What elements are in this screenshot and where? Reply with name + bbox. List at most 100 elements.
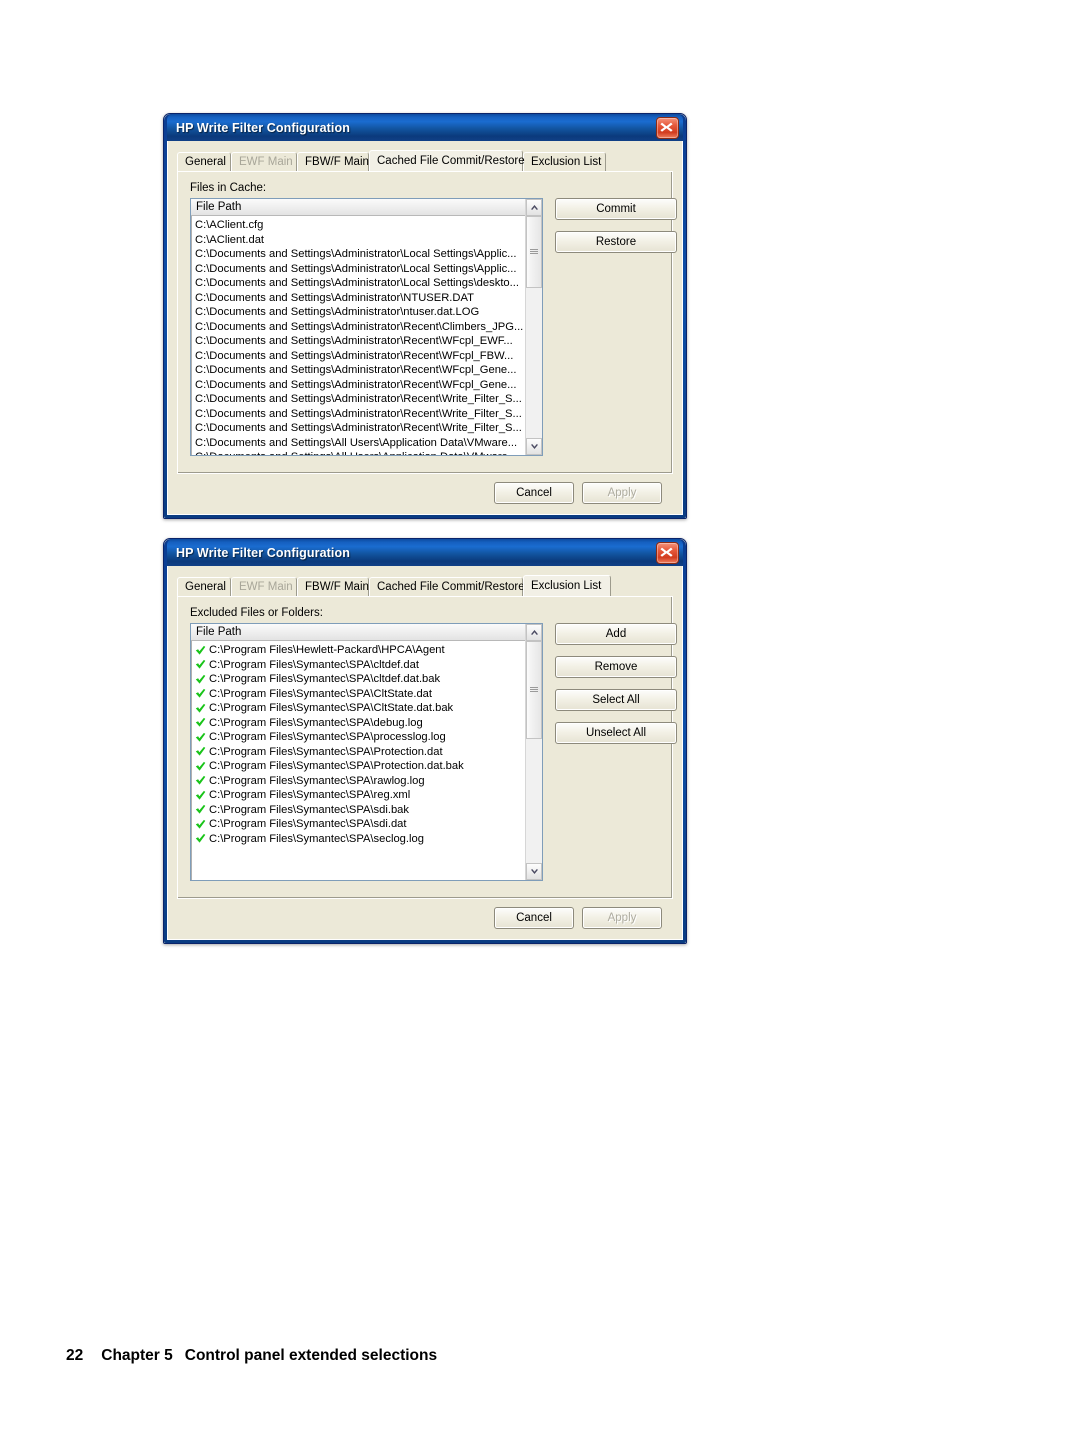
button-label: Apply [607, 487, 637, 499]
vertical-scrollbar[interactable] [525, 199, 542, 455]
column-header-file-path[interactable]: File Path [191, 199, 542, 216]
list-item-label: C:\Program Files\Symantec\SPA\processlog… [209, 731, 446, 743]
apply-button[interactable]: Apply [582, 482, 662, 504]
tab-label: General [185, 581, 226, 593]
scrollbar-thumb[interactable] [526, 641, 542, 739]
list-item[interactable]: C:\Documents and Settings\Administrator\… [195, 276, 542, 291]
tab-general[interactable]: General [177, 577, 231, 596]
list-item[interactable]: C:\Documents and Settings\Administrator\… [195, 291, 542, 306]
checkmark-icon [195, 674, 206, 685]
checkmark-icon [195, 819, 206, 830]
chevron-down-icon[interactable] [526, 863, 542, 880]
list-item[interactable]: C:\Documents and Settings\Administrator\… [195, 262, 542, 277]
list-item-label: C:\AClient.dat [195, 233, 265, 246]
cancel-button[interactable]: Cancel [494, 482, 574, 504]
list-item[interactable]: C:\Program Files\Symantec\SPA\seclog.log [195, 832, 542, 847]
list-item-label: C:\Program Files\Symantec\SPA\debug.log [209, 716, 423, 729]
list-item[interactable]: C:\Documents and Settings\Administrator\… [195, 247, 542, 262]
column-header-label: File Path [196, 201, 242, 213]
tab-general[interactable]: General [177, 152, 231, 171]
list-item[interactable]: C:\Program Files\Symantec\SPA\CltState.d… [195, 687, 542, 702]
tab-cached-file-commit-restore[interactable]: Cached File Commit/Restore [369, 150, 525, 171]
list-item[interactable]: C:\Documents and Settings\Administrator\… [195, 378, 542, 393]
files-in-cache-list[interactable]: File Path C:\AClient.cfg C:\AClient.dat C:… [190, 198, 543, 456]
cancel-button[interactable]: Cancel [494, 907, 574, 929]
chevron-down-icon[interactable] [526, 438, 542, 455]
excluded-files-list[interactable]: File Path C:\Program Files\Hewlett-Packa… [190, 623, 543, 881]
list-item[interactable]: C:\Program Files\Symantec\SPA\sdi.bak [195, 803, 542, 818]
list-item[interactable]: C:\Program Files\Symantec\SPA\sdi.dat [195, 817, 542, 832]
list-item-label: C:\Program Files\Symantec\SPA\rawlog.log [209, 774, 425, 787]
list-item[interactable]: C:\Documents and Settings\Administrator\… [195, 305, 542, 320]
list-item[interactable]: C:\Documents and Settings\Administrator\… [195, 363, 542, 378]
dialog-cached-file-commit-restore[interactable]: HP Write Filter Configuration General EW… [163, 113, 687, 519]
add-button[interactable]: Add [555, 623, 677, 645]
unselect-all-button[interactable]: Unselect All [555, 722, 677, 744]
tab-label: Cached File Commit/Restore [377, 581, 525, 593]
chapter-label: Chapter 5 [101, 1347, 173, 1364]
tab-exclusion-list[interactable]: Exclusion List [523, 575, 611, 596]
list-item[interactable]: C:\AClient.dat [195, 233, 542, 248]
dialog-exclusion-list[interactable]: HP Write Filter Configuration General EW… [163, 538, 687, 944]
commit-button[interactable]: Commit [555, 198, 677, 220]
remove-button[interactable]: Remove [555, 656, 677, 678]
list-item[interactable]: C:\Program Files\Symantec\SPA\cltdef.dat [195, 658, 542, 673]
list-item[interactable]: C:\Documents and Settings\All Users\Appl… [195, 450, 542, 455]
title-bar[interactable]: HP Write Filter Configuration [167, 114, 683, 141]
list-item[interactable]: C:\Program Files\Symantec\SPA\Protection… [195, 745, 542, 760]
list-item[interactable]: C:\Program Files\Symantec\SPA\cltdef.dat… [195, 672, 542, 687]
scrollbar-thumb[interactable] [526, 216, 542, 288]
list-item[interactable]: C:\Program Files\Symantec\SPA\reg.xml [195, 788, 542, 803]
restore-button[interactable]: Restore [555, 231, 677, 253]
tab-strip[interactable]: General EWF Main FBW/F Main Cached File … [177, 150, 673, 171]
list-item-label: C:\Program Files\Symantec\SPA\sdi.bak [209, 803, 409, 816]
list-item[interactable]: C:\Program Files\Symantec\SPA\rawlog.log [195, 774, 542, 789]
list-rows: C:\AClient.cfg C:\AClient.dat C:\Documents… [191, 217, 542, 455]
button-label: Select All [592, 694, 640, 706]
tab-strip[interactable]: General EWF Main FBW/F Main Cached File … [177, 575, 673, 596]
tab-ewf-main[interactable]: EWF Main [231, 152, 297, 171]
list-rows: C:\Program Files\Hewlett-Packard\HPCA\Ag… [191, 642, 542, 880]
list-item[interactable]: C:\Documents and Settings\Administrator\… [195, 334, 542, 349]
list-item[interactable]: C:\Program Files\Hewlett-Packard\HPCA\Ag… [195, 643, 542, 658]
chevron-up-icon[interactable] [526, 199, 542, 216]
list-item[interactable]: C:\Program Files\Symantec\SPA\processlog… [195, 730, 542, 745]
list-item[interactable]: C:\Documents and Settings\Administrator\… [195, 392, 542, 407]
list-item[interactable]: C:\Program Files\Symantec\SPA\Protection… [195, 759, 542, 774]
list-item[interactable]: C:\Program Files\Symantec\SPA\debug.log [195, 716, 542, 731]
apply-button[interactable]: Apply [582, 907, 662, 929]
checkmark-icon [195, 804, 206, 815]
chevron-up-icon[interactable] [526, 624, 542, 641]
tab-exclusion-list[interactable]: Exclusion List [523, 152, 606, 171]
list-item[interactable]: C:\Program Files\Symantec\SPA\CltState.d… [195, 701, 542, 716]
list-item[interactable]: C:\Documents and Settings\Administrator\… [195, 349, 542, 364]
list-item-label: C:\Program Files\Symantec\SPA\reg.xml [209, 789, 411, 801]
select-all-button[interactable]: Select All [555, 689, 677, 711]
checkmark-icon [195, 746, 206, 757]
tab-ewf-main[interactable]: EWF Main [231, 577, 297, 596]
close-icon[interactable] [656, 542, 679, 564]
button-label: Restore [595, 236, 637, 248]
vertical-scrollbar[interactable] [525, 624, 542, 880]
list-item[interactable]: C:\Documents and Settings\Administrator\… [195, 407, 542, 422]
checkmark-icon [195, 732, 206, 743]
close-icon[interactable] [656, 117, 679, 139]
tab-fbwf-main[interactable]: FBW/F Main [297, 577, 369, 596]
button-label: Unselect All [585, 727, 647, 739]
list-item[interactable]: C:\Documents and Settings\Administrator\… [195, 421, 542, 436]
checkmark-icon [195, 717, 206, 728]
tab-label: FBW/F Main [305, 581, 369, 593]
tab-fbwf-main[interactable]: FBW/F Main [297, 152, 369, 171]
list-item[interactable]: C:\Documents and Settings\Administrator\… [195, 320, 542, 335]
column-header-file-path[interactable]: File Path [191, 624, 542, 641]
tab-cached-file-commit-restore[interactable]: Cached File Commit/Restore [369, 577, 525, 596]
tab-label: EWF Main [239, 156, 293, 168]
tab-label: Cached File Commit/Restore [377, 155, 525, 167]
title-bar[interactable]: HP Write Filter Configuration [167, 539, 683, 566]
list-item[interactable]: C:\Documents and Settings\All Users\Appl… [195, 436, 542, 451]
list-item-label: C:\Documents and Settings\All Users\Appl… [195, 436, 518, 449]
checkmark-icon [195, 761, 206, 772]
list-item[interactable]: C:\AClient.cfg [195, 218, 542, 233]
list-item-label: C:\Program Files\Symantec\SPA\seclog.log [209, 832, 424, 845]
button-label: Cancel [516, 487, 552, 499]
